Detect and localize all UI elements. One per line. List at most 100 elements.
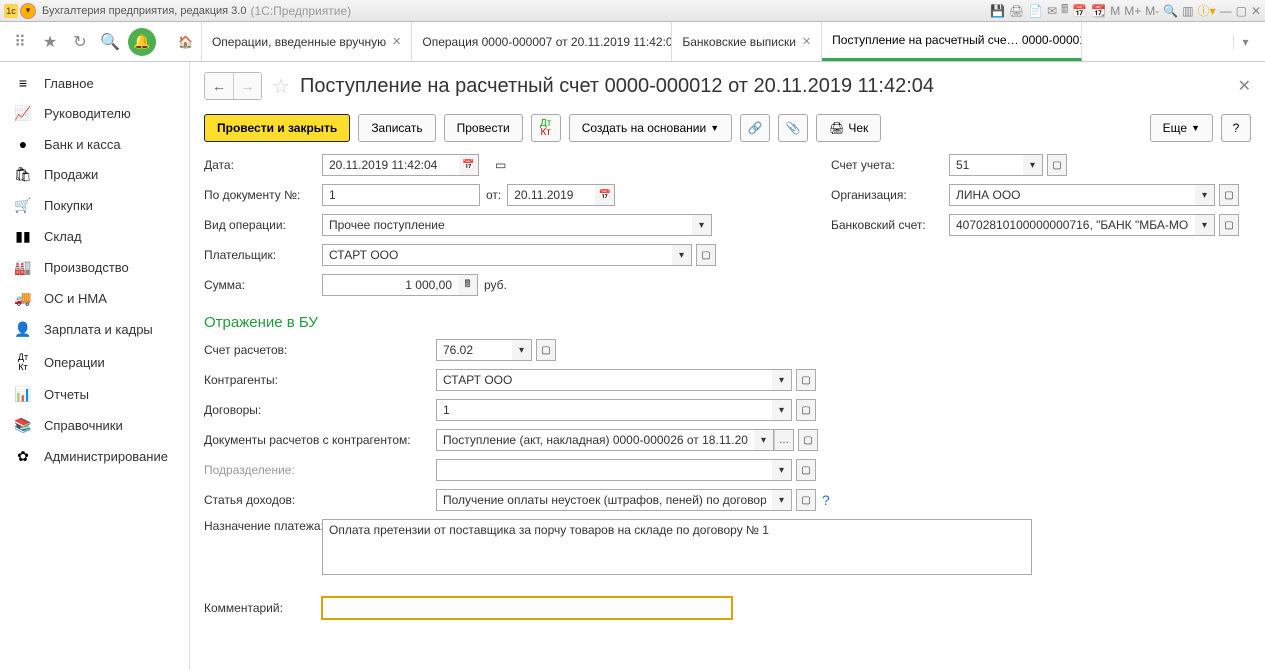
expand-button[interactable]: ▢ [798,429,818,451]
sidebar-item-warehouse[interactable]: ▮▮Склад [0,221,189,252]
mail-icon[interactable]: ✉ [1047,4,1057,18]
tab-bank-statements[interactable]: Банковские выписки✕ [672,22,822,61]
close-button[interactable]: ✕ [1251,4,1261,18]
doc-num-input[interactable] [322,184,480,206]
sidebar-item-bank[interactable]: ●Банк и касса [0,129,189,159]
dropdown-button[interactable]: ▾ [692,214,712,236]
notifications-button[interactable]: 🔔 [128,28,156,56]
m-plus-button[interactable]: M+ [1124,4,1141,18]
dropdown-button[interactable]: ▾ [772,369,792,391]
sidebar-item-admin[interactable]: ✿Администрирование [0,441,189,472]
m-button[interactable]: M [1110,4,1120,18]
dropdown-button[interactable]: ▾ [754,429,774,451]
tab-receipt-12[interactable]: Поступление на расчетный сче… 0000-00001… [822,22,1082,61]
tab-close-icon[interactable]: ✕ [802,35,811,48]
check-button[interactable]: 🖨 Чек [816,114,881,142]
calendar-button[interactable]: 📅 [595,184,615,206]
more-tabs-button[interactable]: ▾ [1233,35,1257,49]
link-button[interactable]: 🔗 [740,114,770,142]
date-input[interactable] [322,154,459,176]
close-page-button[interactable]: ✕ [1238,76,1251,96]
purpose-textarea[interactable]: Оплата претензии от поставщика за порчу … [322,519,1032,575]
sidebar-item-operations[interactable]: ДтКтОперации [0,345,189,379]
org-input[interactable] [949,184,1195,206]
expand-button[interactable]: ▢ [1219,184,1239,206]
sidebar-item-main[interactable]: ≡Главное [0,68,189,98]
favorite-icon[interactable]: ★ [38,30,62,54]
post-button[interactable]: Провести [444,114,523,142]
calendar-icon[interactable]: 📅 [1072,4,1087,18]
dropdown-button[interactable]: ▾ [1023,154,1043,176]
calc-icon[interactable]: 🖩 [1061,0,1068,21]
tab-close-icon[interactable]: ✕ [392,35,401,48]
minimize-button[interactable]: — [1220,4,1232,18]
settle-acct-input[interactable] [436,339,512,361]
nav-back-button[interactable]: ← [205,73,233,99]
search-icon[interactable]: 🔍 [98,30,122,54]
doc-icon[interactable]: 📄 [1028,4,1043,18]
expand-button[interactable]: ▢ [1047,154,1067,176]
nav-forward-button[interactable]: → [233,73,261,99]
calc-button[interactable]: 🖩 [458,274,478,296]
tab-operation-7[interactable]: Операция 0000-000007 от 20.11.2019 11:42… [412,22,672,61]
help-button[interactable]: ? [1221,114,1251,142]
attach-button[interactable]: 📎 [778,114,808,142]
save-icon[interactable]: 💾 [990,4,1005,18]
expand-button[interactable]: ▢ [696,244,716,266]
sum-input[interactable] [322,274,458,296]
comment-input[interactable] [322,597,732,619]
history-icon[interactable]: ↻ [68,30,92,54]
contract-input[interactable] [436,399,772,421]
ellipsis-button[interactable]: … [774,429,794,451]
print-icon[interactable]: 🖨 [1009,4,1024,18]
dropdown-button[interactable]: ▾ [772,459,792,481]
sidebar-item-assets[interactable]: 🚚ОС и НМА [0,283,189,314]
tab-manual-operations[interactable]: Операции, введенные вручную✕ [202,22,412,61]
income-item-input[interactable] [436,489,772,511]
sidebar-item-purchases[interactable]: 🛒Покупки [0,190,189,221]
settlement-doc-input[interactable] [436,429,754,451]
zoom-icon[interactable]: 🔍 [1163,4,1178,18]
bank-input[interactable] [949,214,1195,236]
payer-input[interactable] [322,244,672,266]
sidebar-item-reports[interactable]: 📊Отчеты [0,379,189,410]
date-icon[interactable]: 📆 [1091,4,1106,18]
expand-button[interactable]: ▢ [796,459,816,481]
calendar-button[interactable]: 📅 [459,154,479,176]
sidebar-item-sales[interactable]: 🛍Продажи [0,159,189,190]
create-based-button[interactable]: Создать на основании ▼ [569,114,732,142]
write-button[interactable]: Записать [358,114,435,142]
dropdown-button[interactable]: ▾ [512,339,532,361]
info-icon[interactable]: ⓘ▾ [1198,2,1216,19]
apps-icon[interactable]: ⠿ [8,30,32,54]
sidebar-item-production[interactable]: 🏭Производство [0,252,189,283]
sidebar-item-hr[interactable]: 👤Зарплата и кадры [0,314,189,345]
op-type-input[interactable] [322,214,692,236]
favorite-star-icon[interactable]: ☆ [272,74,290,99]
account-input[interactable] [949,154,1023,176]
help-hint-icon[interactable]: ? [822,492,830,508]
more-button[interactable]: Еще ▼ [1150,114,1213,142]
expand-button[interactable]: ▢ [536,339,556,361]
expand-button[interactable]: ▢ [1219,214,1239,236]
post-and-close-button[interactable]: Провести и закрыть [204,114,350,142]
doc-from-input[interactable] [507,184,595,206]
maximize-button[interactable]: ▢ [1236,4,1247,18]
panels-icon[interactable]: ▥ [1182,4,1193,18]
expand-button[interactable]: ▢ [796,369,816,391]
expand-button[interactable]: ▢ [796,399,816,421]
dtkt-button[interactable]: ДтКт [531,114,561,142]
dropdown-button[interactable]: ▾ [772,399,792,421]
department-input[interactable] [436,459,772,481]
expand-button[interactable]: ▢ [796,489,816,511]
tab-home[interactable]: 🏠 [170,22,202,61]
dropdown-button[interactable]: ▾ [772,489,792,511]
dropdown-button[interactable]: ▾ [1195,214,1215,236]
counterparty-input[interactable] [436,369,772,391]
dropdown-button[interactable]: ▾ [672,244,692,266]
app-menu-button[interactable]: ▾ [20,3,36,19]
form-icon[interactable]: ▭ [495,158,506,172]
dropdown-button[interactable]: ▾ [1195,184,1215,206]
m-minus-button[interactable]: M- [1145,4,1159,18]
sidebar-item-directories[interactable]: 📚Справочники [0,410,189,441]
